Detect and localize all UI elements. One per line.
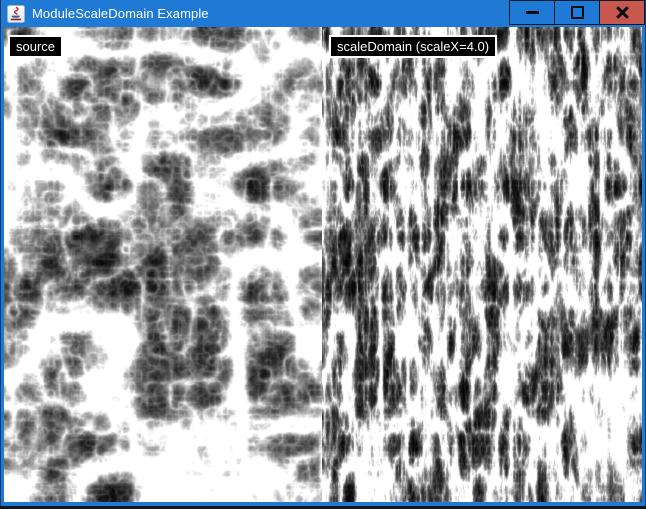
scaled-noise-image: [322, 27, 642, 502]
close-button[interactable]: [599, 0, 645, 25]
minimize-button[interactable]: [509, 0, 555, 25]
app-window: ModuleScaleDomain Example source scaleDo…: [0, 0, 646, 509]
maximize-icon: [571, 6, 584, 19]
java-icon[interactable]: [7, 5, 25, 23]
scale-domain-panel: scaleDomain (scaleX=4.0): [322, 27, 642, 502]
window-controls: [510, 0, 645, 25]
source-noise-image: [4, 27, 322, 502]
minimize-icon: [526, 11, 539, 14]
window-title: ModuleScaleDomain Example: [32, 6, 209, 21]
source-label: source: [8, 35, 63, 58]
image-viewport: source scaleDomain (scaleX=4.0): [4, 27, 642, 502]
source-panel: source: [4, 27, 322, 502]
title-bar[interactable]: ModuleScaleDomain Example: [0, 0, 646, 27]
scale-domain-label: scaleDomain (scaleX=4.0): [329, 35, 497, 58]
close-icon: [616, 6, 629, 19]
maximize-button[interactable]: [554, 0, 600, 25]
